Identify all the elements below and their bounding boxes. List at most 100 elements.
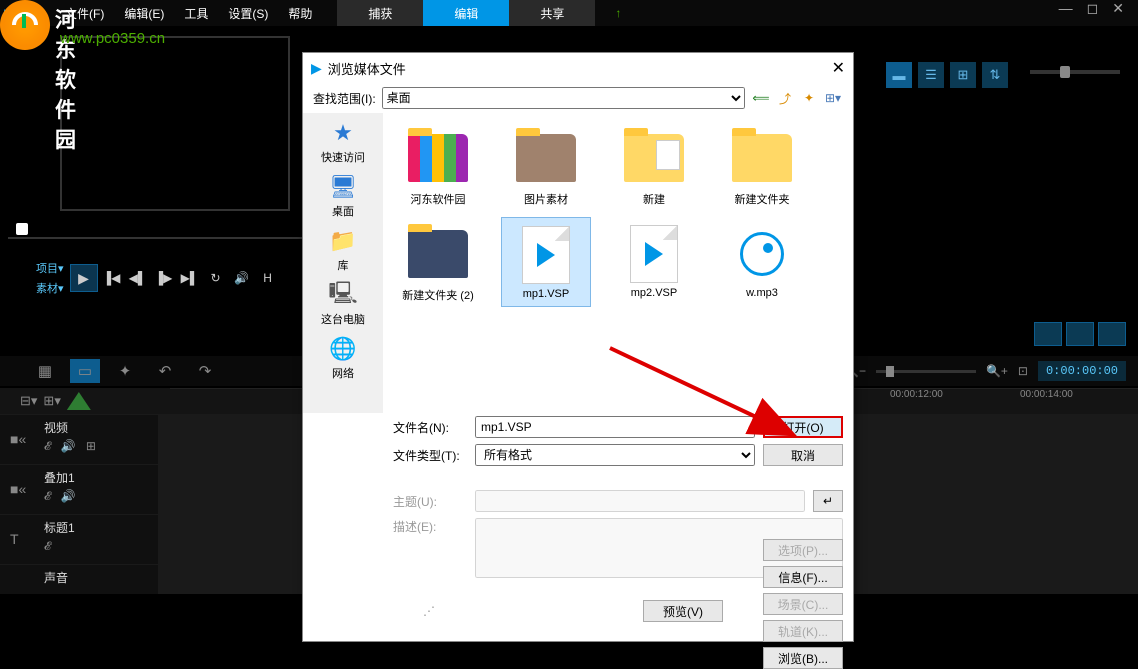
subject-input[interactable] bbox=[475, 490, 805, 512]
view-list-button[interactable]: ☰ bbox=[918, 62, 944, 88]
file-item[interactable]: 河东软件园 bbox=[393, 121, 483, 211]
view-sort-button[interactable]: ⇅ bbox=[982, 62, 1008, 88]
goto-end-button[interactable]: ▶▌ bbox=[178, 266, 202, 290]
preview-pane bbox=[60, 36, 290, 211]
place-quick[interactable]: ★快速访问 bbox=[321, 119, 365, 165]
subject-label: 主题(U): bbox=[393, 493, 467, 510]
goto-start-button[interactable]: ▐◀ bbox=[100, 266, 124, 290]
menu-settings[interactable]: 设置(S) bbox=[218, 5, 278, 22]
file-name: mp1.VSP bbox=[523, 288, 569, 300]
link-icon[interactable]: 𝓔 bbox=[44, 539, 51, 554]
file-icon bbox=[620, 125, 688, 191]
view-toolbar: ▬ ☰ ⊞ ⇅ bbox=[886, 62, 1008, 88]
cancel-button[interactable]: 取消 bbox=[763, 444, 843, 466]
file-icon bbox=[404, 125, 472, 191]
tab-edit[interactable]: 编辑 bbox=[423, 0, 509, 26]
open-button[interactable]: 打开(O) bbox=[763, 416, 843, 438]
file-icon bbox=[620, 221, 688, 287]
hd-button[interactable]: H bbox=[256, 266, 280, 290]
file-item[interactable]: mp2.VSP bbox=[609, 217, 699, 307]
fit-button[interactable]: ⊡ bbox=[1018, 364, 1028, 378]
zoom-in-button[interactable]: 🔍+ bbox=[986, 364, 1008, 378]
link-icon[interactable]: 𝓔 bbox=[44, 439, 51, 454]
place-network[interactable]: 🌐网络 bbox=[327, 335, 359, 381]
mute-icon[interactable]: 🔊 bbox=[61, 439, 76, 454]
menu-help[interactable]: 帮助 bbox=[278, 5, 322, 22]
undo-button[interactable]: ↶ bbox=[150, 359, 180, 383]
file-list[interactable]: 河东软件园 图片素材新建新建文件夹新建文件夹 (2) mp1.VSP mp2.VSP w… bbox=[383, 113, 853, 413]
upload-icon[interactable]: ↑ bbox=[615, 6, 621, 20]
file-icon bbox=[512, 222, 580, 288]
clip-label[interactable]: 素材▾ bbox=[36, 280, 64, 296]
nav-up-icon[interactable]: ⤴ bbox=[775, 88, 795, 108]
place-desktop[interactable]: 🖥桌面 bbox=[327, 173, 359, 219]
file-item[interactable]: 图片素材 bbox=[501, 121, 591, 211]
storyboard-view-button[interactable]: ▦ bbox=[30, 359, 60, 383]
next-frame-button[interactable]: ▐▶ bbox=[152, 266, 176, 290]
ruler-tick-12: 00:00:12:00 bbox=[890, 389, 943, 400]
track-toggle-button[interactable]: ⊟▾ bbox=[20, 393, 37, 409]
panel-btn-1[interactable] bbox=[1034, 322, 1062, 346]
track-marker-icon[interactable] bbox=[67, 392, 91, 410]
dialog-close-button[interactable]: ✕ bbox=[832, 58, 845, 78]
file-icon bbox=[728, 125, 796, 191]
volume-button[interactable]: 🔊 bbox=[230, 266, 254, 290]
project-label[interactable]: 项目▾ bbox=[36, 260, 64, 276]
playhead-scrubber[interactable] bbox=[8, 225, 306, 249]
mute-icon[interactable]: 🔊 bbox=[61, 489, 76, 504]
menu-tools[interactable]: 工具 bbox=[174, 5, 218, 22]
place-thispc[interactable]: 🖳这台电脑 bbox=[321, 281, 365, 327]
close-icon[interactable]: ✕ bbox=[1112, 0, 1124, 17]
view-grid-button[interactable]: ⊞ bbox=[950, 62, 976, 88]
info-button[interactable]: 信息(F)... bbox=[763, 566, 843, 588]
repeat-button[interactable]: ↻ bbox=[204, 266, 228, 290]
overlay-track-icon: ■« bbox=[10, 481, 26, 497]
tools-button[interactable]: ✦ bbox=[110, 359, 140, 383]
file-item[interactable]: mp1.VSP bbox=[501, 217, 591, 307]
place-library[interactable]: 📁库 bbox=[327, 227, 359, 273]
track-title-label: 标题1 bbox=[44, 521, 75, 535]
return-button[interactable]: ↵ bbox=[813, 490, 843, 512]
filetype-select[interactable]: 所有格式 bbox=[475, 444, 755, 466]
nav-viewmenu-icon[interactable]: ⊞▾ bbox=[823, 88, 843, 108]
menu-edit[interactable]: 编辑(E) bbox=[114, 5, 174, 22]
file-item[interactable]: 新建文件夹 bbox=[717, 121, 807, 211]
maximize-icon[interactable]: ◻ bbox=[1087, 0, 1099, 17]
lookin-select[interactable]: 桌面 bbox=[382, 87, 745, 109]
zoom-slider[interactable] bbox=[1030, 70, 1120, 74]
resize-grip-icon[interactable]: ⋰ bbox=[423, 604, 435, 618]
minimize-icon[interactable]: — bbox=[1059, 0, 1073, 17]
nav-newfolder-icon[interactable]: ✦ bbox=[799, 88, 819, 108]
play-button[interactable]: ▶ bbox=[70, 264, 98, 292]
filetype-label: 文件类型(T): bbox=[393, 447, 467, 464]
track-add-button[interactable]: ⊞▾ bbox=[43, 393, 60, 409]
dialog-titlebar[interactable]: ▶ 浏览媒体文件 ✕ bbox=[303, 53, 853, 83]
link-icon[interactable]: 𝓔 bbox=[44, 489, 51, 504]
timecode-display[interactable]: 0:00:00:00 bbox=[1038, 361, 1126, 381]
panel-btn-3[interactable] bbox=[1098, 322, 1126, 346]
redo-button[interactable]: ↷ bbox=[190, 359, 220, 383]
file-name: w.mp3 bbox=[746, 287, 778, 299]
nav-back-icon[interactable]: ⟸ bbox=[751, 88, 771, 108]
browse-button[interactable]: 浏览(B)... bbox=[763, 647, 843, 669]
scene-button[interactable]: 场景(C)... bbox=[763, 593, 843, 615]
panel-btn-2[interactable] bbox=[1066, 322, 1094, 346]
file-name: 河东软件园 bbox=[411, 191, 466, 207]
tab-capture[interactable]: 捕获 bbox=[337, 0, 423, 26]
preview-button[interactable]: 预览(V) bbox=[643, 600, 723, 622]
options-button[interactable]: 选项(P)... bbox=[763, 539, 843, 561]
dialog-title: 浏览媒体文件 bbox=[328, 59, 406, 78]
watermark-url: www.pc0359.cn bbox=[60, 30, 165, 47]
timeline-view-button[interactable]: ▭ bbox=[70, 359, 100, 383]
tab-share[interactable]: 共享 bbox=[509, 0, 595, 26]
timeline-zoom-slider[interactable] bbox=[876, 370, 976, 373]
track-button[interactable]: 轨道(K)... bbox=[763, 620, 843, 642]
prev-frame-button[interactable]: ◀▌ bbox=[126, 266, 150, 290]
file-item[interactable]: w.mp3 bbox=[717, 217, 807, 307]
filename-input[interactable] bbox=[475, 416, 755, 438]
file-item[interactable]: 新建文件夹 (2) bbox=[393, 217, 483, 307]
file-item[interactable]: 新建 bbox=[609, 121, 699, 211]
file-icon bbox=[728, 221, 796, 287]
fx-icon[interactable]: ⊞ bbox=[86, 439, 96, 454]
view-thumbnail-button[interactable]: ▬ bbox=[886, 62, 912, 88]
